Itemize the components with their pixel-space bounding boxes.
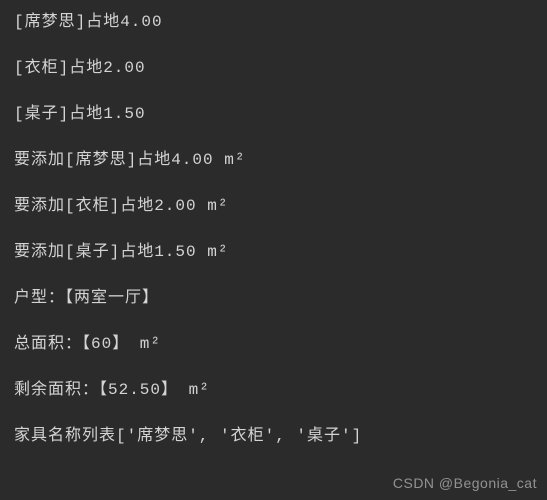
watermark-text: CSDN @Begonia_cat (393, 473, 537, 494)
console-output-line: 总面积：【60】 m² (14, 332, 533, 356)
console-output-line: 要添加[席梦思]占地4.00 m² (14, 148, 533, 172)
console-output-line: 家具名称列表['席梦思', '衣柜', '桌子'] (14, 424, 533, 448)
console-output-line: 要添加[桌子]占地1.50 m² (14, 240, 533, 264)
console-output-line: [衣柜]占地2.00 (14, 56, 533, 80)
console-output-line: 户型：【两室一厅】 (14, 286, 533, 310)
console-output-line: 要添加[衣柜]占地2.00 m² (14, 194, 533, 218)
console-output-line: [桌子]占地1.50 (14, 102, 533, 126)
console-output-line: 剩余面积：【52.50】 m² (14, 378, 533, 402)
console-output-line: [席梦思]占地4.00 (14, 10, 533, 34)
